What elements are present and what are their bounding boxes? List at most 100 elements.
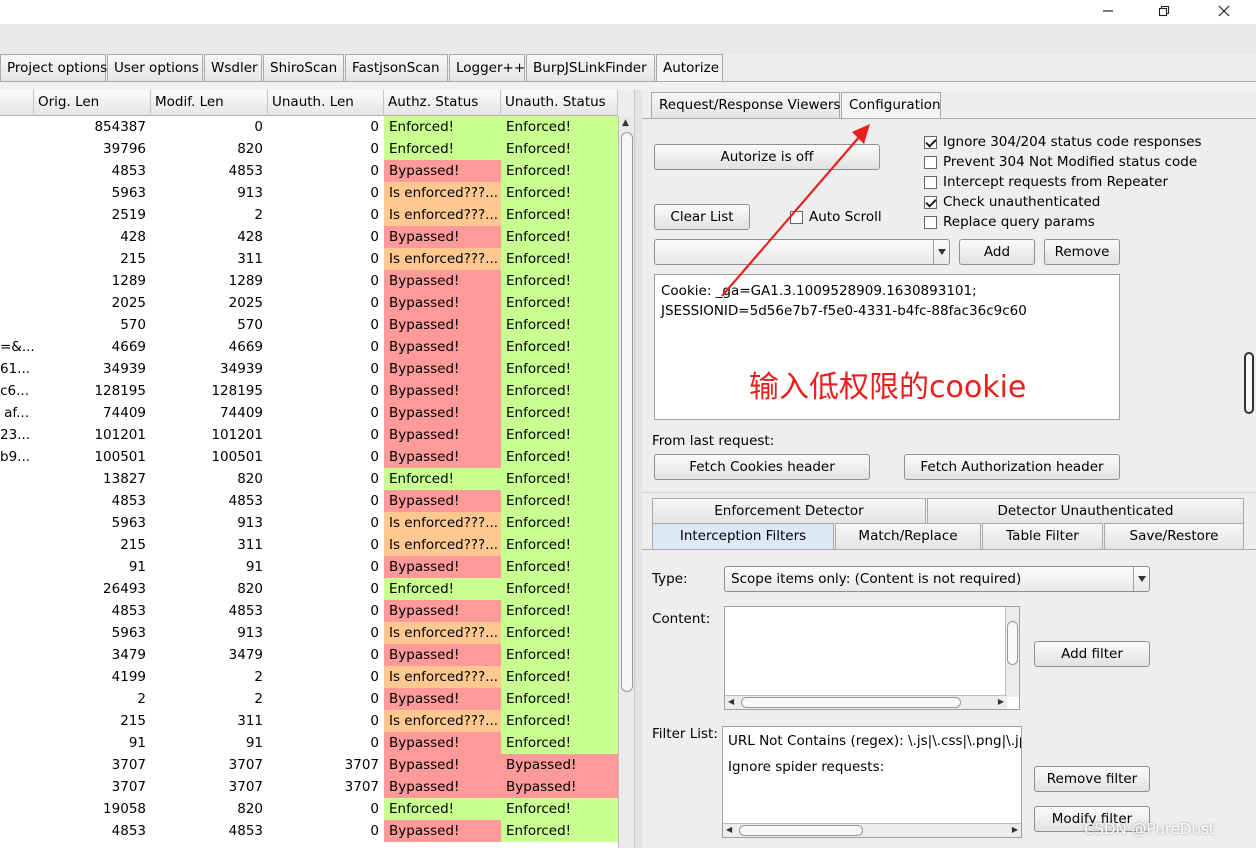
scroll-left-arrow-icon[interactable]: ◀ — [726, 825, 732, 834]
autorize-toggle-button[interactable]: Autorize is off — [654, 144, 880, 170]
column-header-modif-len[interactable]: Modif. Len — [151, 90, 268, 116]
table-row[interactable]: 4853 4853 0 Bypassed! Enforced! — [0, 600, 618, 622]
header-type-dropdown[interactable] — [654, 239, 950, 265]
right-panel-scrollbar[interactable] — [1244, 352, 1254, 414]
scroll-right-arrow-icon[interactable]: ▶ — [998, 697, 1004, 706]
table-row[interactable]: 2025 2025 0 Bypassed! Enforced! — [0, 292, 618, 314]
table-row[interactable]: 570 570 0 Bypassed! Enforced! — [0, 314, 618, 336]
check-unauthenticated-box[interactable] — [924, 195, 937, 209]
tab-user-options[interactable]: User options — [107, 54, 203, 82]
table-row[interactable]: =&... 4669 4669 0 Bypassed! Enforced! — [0, 336, 618, 358]
tab-table-filter[interactable]: Table Filter — [982, 523, 1103, 549]
intercept-repeater-checkbox[interactable]: Intercept requests from Repeater — [924, 173, 1168, 191]
table-row[interactable]: 215 311 0 Is enforced???... Enforced! — [0, 534, 618, 556]
column-header-authz-status[interactable]: Authz. Status — [384, 90, 501, 116]
intercept-repeater-box[interactable] — [924, 175, 937, 189]
table-vertical-scrollbar[interactable]: ▲ — [618, 116, 634, 848]
table-row[interactable]: 5963 913 0 Is enforced???... Enforced! — [0, 622, 618, 644]
filter-list-horizontal-scrollbar[interactable]: ◀ ▶ — [723, 823, 1021, 837]
prevent-304-checkbox[interactable]: Prevent 304 Not Modified status code — [924, 153, 1197, 171]
table-row[interactable]: 2 2 0 Bypassed! Enforced! — [0, 688, 618, 710]
tab-enforcement-detector[interactable]: Enforcement Detector — [652, 498, 926, 523]
table-row[interactable]: 39796 820 0 Enforced! Enforced! — [0, 138, 618, 160]
minimize-button[interactable] — [1086, 0, 1130, 22]
auto-scroll-checkbox[interactable]: Auto Scroll — [790, 208, 882, 226]
tab-configuration[interactable]: Configuration — [841, 92, 941, 119]
table-row[interactable]: 854387 0 0 Enforced! Enforced! — [0, 116, 618, 138]
replace-query-params-checkbox[interactable]: Replace query params — [924, 213, 1095, 231]
table-row[interactable]: 428 428 0 Bypassed! Enforced! — [0, 226, 618, 248]
scroll-right-arrow-icon[interactable]: ▶ — [1012, 825, 1018, 834]
remove-filter-button[interactable]: Remove filter — [1034, 766, 1150, 792]
table-row[interactable]: af... 74409 74409 0 Bypassed! Enforced! — [0, 402, 618, 424]
filter-type-dropdown[interactable]: Scope items only: (Content is not requir… — [724, 566, 1150, 592]
maximize-button[interactable] — [1142, 0, 1186, 22]
tab-project-options[interactable]: Project options — [0, 54, 107, 82]
table-scroll-thumb[interactable] — [621, 132, 633, 692]
tab-fastjsonscan[interactable]: FastjsonScan — [345, 54, 448, 82]
table-row[interactable]: c6... 128195 128195 0 Bypassed! Enforced! — [0, 380, 618, 402]
scroll-left-arrow-icon[interactable]: ◀ — [728, 697, 734, 706]
tab-request-response-viewers[interactable]: Request/Response Viewers — [651, 92, 840, 118]
auto-scroll-box[interactable] — [790, 210, 803, 224]
close-button[interactable] — [1202, 0, 1246, 22]
tab-interception-filters[interactable]: Interception Filters — [652, 523, 834, 550]
content-input[interactable]: ◀ ▶ — [724, 606, 1020, 710]
filter-list[interactable]: URL Not Contains (regex): \.js|\.css|\.p… — [722, 726, 1022, 838]
check-unauthenticated-checkbox[interactable]: Check unauthenticated — [924, 193, 1100, 211]
table-row[interactable]: 61... 34939 34939 0 Bypassed! Enforced! — [0, 358, 618, 380]
table-row[interactable]: 215 311 0 Is enforced???... Enforced! — [0, 710, 618, 732]
replace-query-params-box[interactable] — [924, 215, 937, 229]
scroll-up-arrow-icon[interactable]: ▲ — [622, 118, 629, 128]
table-row[interactable]: 4853 4853 0 Bypassed! Enforced! — [0, 490, 618, 512]
ignore-304-checkbox[interactable]: Ignore 304/204 status code responses — [924, 133, 1202, 151]
remove-header-button[interactable]: Remove — [1044, 239, 1120, 265]
table-row[interactable]: 3707 3707 3707 Bypassed! Bypassed! — [0, 776, 618, 798]
tab-burpjslinkfinder[interactable]: BurpJSLinkFinder — [526, 54, 655, 82]
chevron-down-icon[interactable] — [1133, 567, 1149, 591]
filter-list-item[interactable]: Ignore spider requests: — [728, 759, 884, 775]
column-header-orig-len[interactable]: Orig. Len — [34, 90, 151, 116]
tab-logger[interactable]: Logger++ — [449, 54, 525, 82]
table-row[interactable]: 4853 4853 0 Bypassed! Enforced! — [0, 160, 618, 182]
content-hscroll-thumb[interactable] — [741, 697, 961, 708]
content-vertical-scrollbar[interactable] — [1005, 607, 1019, 697]
content-horizontal-scrollbar[interactable]: ◀ ▶ — [725, 695, 1007, 709]
add-header-button[interactable]: Add — [959, 239, 1035, 265]
table-row[interactable]: 26493 820 0 Enforced! Enforced! — [0, 578, 618, 600]
tab-autorize[interactable]: Autorize — [656, 54, 723, 83]
table-row[interactable]: 2519 2 0 Is enforced???... Enforced! — [0, 204, 618, 226]
column-header-unauth-len[interactable]: Unauth. Len — [268, 90, 384, 116]
tab-save-restore[interactable]: Save/Restore — [1104, 523, 1244, 549]
table-row[interactable]: 215 311 0 Is enforced???... Enforced! — [0, 248, 618, 270]
table-row[interactable]: 4199 2 0 Is enforced???... Enforced! — [0, 666, 618, 688]
tab-detector-unauthenticated[interactable]: Detector Unauthenticated — [927, 498, 1244, 523]
table-row[interactable]: 91 91 0 Bypassed! Enforced! — [0, 732, 618, 754]
table-row[interactable]: 19058 820 0 Enforced! Enforced! — [0, 798, 618, 820]
tab-shiroscan[interactable]: ShiroScan — [263, 54, 344, 82]
prevent-304-box[interactable] — [924, 155, 937, 169]
ignore-304-box[interactable] — [924, 135, 937, 149]
table-row[interactable]: 91 91 0 Bypassed! Enforced! — [0, 556, 618, 578]
tab-match-replace[interactable]: Match/Replace — [835, 523, 981, 549]
table-row[interactable]: 3707 3707 3707 Bypassed! Bypassed! — [0, 754, 618, 776]
filter-list-hscroll-thumb[interactable] — [739, 825, 863, 836]
table-row[interactable]: b9... 100501 100501 0 Bypassed! Enforced! — [0, 446, 618, 468]
table-row[interactable]: 4853 4853 0 Bypassed! Enforced! — [0, 820, 618, 842]
add-filter-button[interactable]: Add filter — [1034, 641, 1150, 667]
column-header-unauth-status[interactable]: Unauth. Status — [501, 90, 618, 116]
chevron-down-icon[interactable] — [933, 240, 949, 264]
table-row[interactable]: 3479 3479 0 Bypassed! Enforced! — [0, 644, 618, 666]
content-vscroll-thumb[interactable] — [1007, 621, 1018, 665]
clear-list-button[interactable]: Clear List — [654, 204, 750, 230]
table-row[interactable]: 23... 101201 101201 0 Bypassed! Enforced! — [0, 424, 618, 446]
filter-list-item[interactable]: URL Not Contains (regex): \.js|\.css|\.p… — [728, 733, 1021, 749]
table-row[interactable]: 5963 913 0 Is enforced???... Enforced! — [0, 512, 618, 534]
table-row[interactable]: 5963 913 0 Is enforced???... Enforced! — [0, 182, 618, 204]
table-row[interactable]: 13827 820 0 Enforced! Enforced! — [0, 468, 618, 490]
pane-splitter[interactable] — [634, 90, 642, 848]
table-row[interactable]: 1289 1289 0 Bypassed! Enforced! — [0, 270, 618, 292]
tab-wsdler[interactable]: Wsdler — [204, 54, 262, 82]
fetch-authorization-button[interactable]: Fetch Authorization header — [904, 454, 1120, 480]
column-header-url[interactable] — [0, 90, 34, 116]
